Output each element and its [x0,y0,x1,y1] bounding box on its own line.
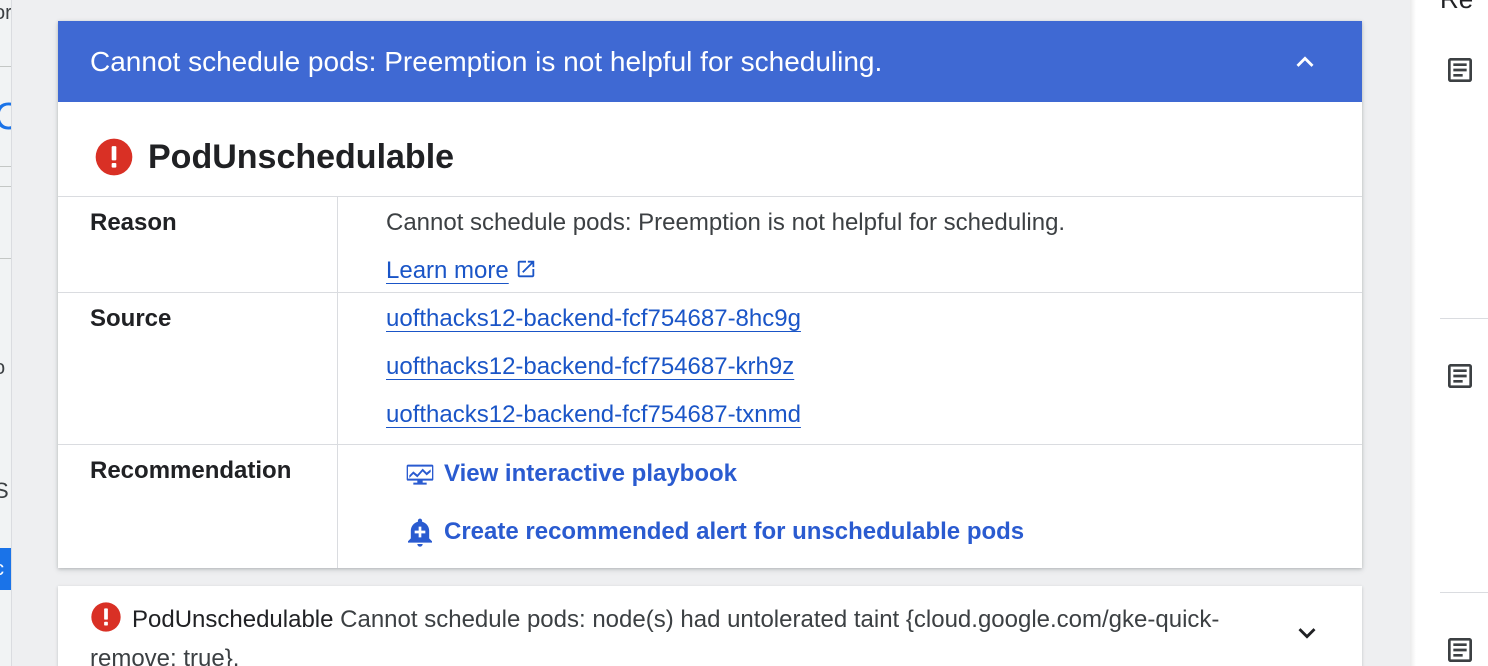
source-pod-link[interactable]: uofthacks12-backend-fcf754687-txnmd [386,401,801,429]
reason-row: Reason Cannot schedule pods: Preemption … [58,197,1362,293]
event-card-header[interactable]: Cannot schedule pods: Preemption is not … [58,21,1362,102]
collapsed-event-summary: PodUnschedulable Cannot schedule pods: n… [90,600,1270,666]
collapsed-event-title: PodUnschedulable [132,606,334,633]
panel-shadow [1410,0,1416,666]
monitoring-icon [406,464,434,485]
event-header-text: Cannot schedule pods: Preemption is not … [90,45,883,77]
document-icon[interactable] [1444,360,1476,392]
divider [0,258,11,259]
left-fragment-text: S [0,478,9,504]
source-pod-link[interactable]: uofthacks12-backend-fcf754687-krh9z [386,353,794,381]
left-fragment-text: or [0,2,12,24]
reason-value: Cannot schedule pods: Preemption is not … [386,209,1066,236]
right-side-panel: Re [1410,0,1488,666]
source-row: Source uofthacks12-backend-fcf754687-8hc… [58,293,1362,445]
selected-item-highlight: c [0,548,11,590]
chevron-down-icon[interactable] [1290,616,1324,650]
divider [0,66,11,67]
left-fragment-text: o [0,357,5,380]
event-card-expanded: Cannot schedule pods: Preemption is not … [58,21,1362,568]
recommendation-label: Recommendation [90,457,292,484]
event-card-collapsed[interactable]: PodUnschedulable Cannot schedule pods: n… [58,586,1362,666]
divider [1440,318,1488,319]
learn-more-link[interactable]: Learn more [386,257,537,285]
error-icon [95,138,133,176]
divider [0,186,11,187]
add-alert-icon [408,518,432,547]
event-title-row: PodUnschedulable [58,102,1362,197]
source-label: Source [90,305,172,332]
open-in-new-icon [517,260,534,278]
view-playbook-label: View interactive playbook [444,460,738,487]
chevron-up-icon[interactable] [1288,45,1322,79]
background-left-panel: or C o S c [0,0,12,666]
view-playbook-button[interactable]: View interactive playbook [404,458,737,490]
learn-more-label: Learn more [386,257,509,284]
left-fragment-text: C [0,96,11,139]
event-title: PodUnschedulable [148,138,455,176]
divider [0,166,11,167]
left-fragment-text: c [0,558,4,581]
reason-label: Reason [90,209,177,236]
recommendation-row: Recommendation View interactive playbook… [58,445,1362,568]
source-pod-link[interactable]: uofthacks12-backend-fcf754687-8hc9g [386,305,801,333]
document-icon[interactable] [1444,54,1476,86]
create-alert-label: Create recommended alert for unschedulab… [444,518,1025,545]
right-panel-title: Re [1440,0,1473,15]
document-icon[interactable] [1444,634,1476,666]
create-alert-button[interactable]: Create recommended alert for unschedulab… [404,516,1024,548]
divider [1440,592,1488,593]
